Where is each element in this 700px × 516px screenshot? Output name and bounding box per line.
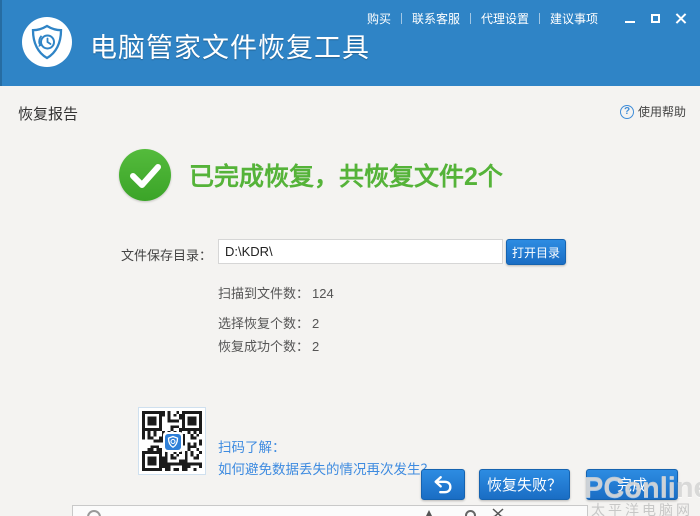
window-controls <box>622 11 688 27</box>
pen-tip-icon <box>425 510 433 516</box>
top-menu: 购买 联系客服 代理设置 建议事项 <box>357 9 688 28</box>
open-directory-button[interactable]: 打开目录 <box>506 239 566 265</box>
close-button[interactable] <box>672 11 688 27</box>
stat-label: 扫描到文件数： <box>218 286 310 301</box>
stat-value: 2 <box>312 316 320 331</box>
maximize-icon <box>650 14 660 23</box>
back-button[interactable] <box>421 469 465 500</box>
qr-caption-line2: 如何避免数据丢失的情况再次发生？ <box>218 462 434 477</box>
stat-scanned-files: 扫描到文件数： 124 <box>218 283 334 302</box>
maximize-button[interactable] <box>647 11 663 27</box>
success-check-icon <box>119 149 171 201</box>
stat-value: 124 <box>312 286 334 301</box>
qr-caption-line1: 扫码了解： <box>218 440 286 455</box>
stat-value: 2 <box>312 339 320 354</box>
overlapping-toolbar-edge <box>72 505 588 516</box>
undo-arrow-icon <box>434 475 452 493</box>
save-dir-label: 文件保存目录： <box>120 248 212 263</box>
menu-item-proxy-settings[interactable]: 代理设置 <box>471 9 539 28</box>
recovery-result: 已完成恢复，共恢复文件2个 <box>119 149 503 201</box>
menu-item-contact-support[interactable]: 联系客服 <box>402 9 470 28</box>
question-circle-icon: ? <box>620 104 634 119</box>
help-link[interactable]: ? 使用帮助 <box>620 103 686 120</box>
help-label: 使用帮助 <box>638 105 687 119</box>
watermark-subtitle: 太平洋电脑网 <box>591 502 693 516</box>
success-message: 已完成恢复，共恢复文件2个 <box>189 163 503 191</box>
done-button[interactable]: 完成 <box>586 469 678 500</box>
qr-center-shield-logo-icon <box>163 432 183 452</box>
stat-label: 恢复成功个数： <box>218 339 310 354</box>
stat-label: 选择恢复个数： <box>218 316 310 331</box>
minimize-button[interactable] <box>622 11 638 27</box>
app-window: 购买 联系客服 代理设置 建议事项 电脑管家文件恢复工具 恢复报告 ? 使用帮助… <box>0 0 700 516</box>
minimize-icon <box>625 20 635 23</box>
stat-selected-files: 选择恢复个数： 2 <box>218 313 319 332</box>
menu-item-suggestions[interactable]: 建议事项 <box>540 9 608 28</box>
stat-recovered-files: 恢复成功个数： 2 <box>218 336 319 355</box>
scissors-icon <box>492 508 504 516</box>
qr-code <box>138 407 206 475</box>
app-title: 电脑管家文件恢复工具 <box>90 33 370 63</box>
title-bar: 购买 联系客服 代理设置 建议事项 电脑管家文件恢复工具 <box>0 0 700 86</box>
recovery-failed-button[interactable]: 恢复失败？ <box>479 469 570 500</box>
page-title: 恢复报告 <box>18 106 79 123</box>
close-icon <box>675 13 686 24</box>
save-dir-input[interactable] <box>218 239 503 264</box>
app-logo-shield-clock-icon <box>22 17 72 67</box>
circle-tool-icon <box>465 510 476 516</box>
partial-tool-icon <box>87 510 101 516</box>
